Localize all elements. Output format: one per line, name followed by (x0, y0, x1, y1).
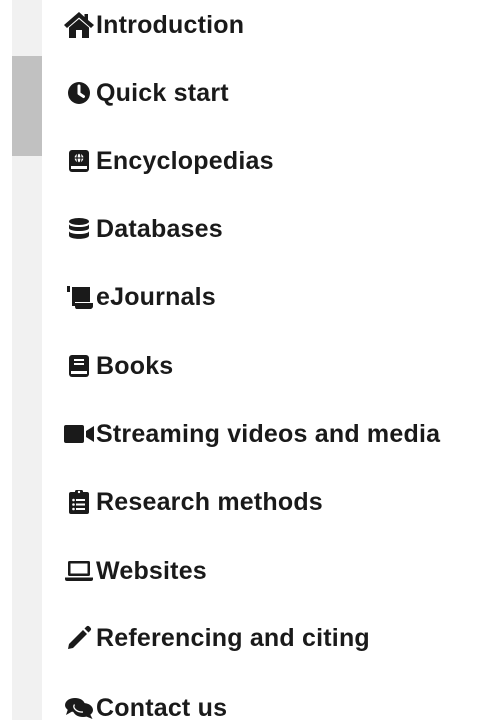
page: Introduction Quick start Encyclopedias D… (0, 0, 489, 720)
nav-item-referencing[interactable]: Referencing and citing (62, 618, 370, 658)
nav-item-introduction[interactable]: Introduction (62, 5, 244, 45)
nav-item-research-methods[interactable]: Research methods (62, 482, 323, 522)
nav-item-label: eJournals (96, 282, 216, 311)
comments-icon (62, 693, 96, 720)
nav-item-label: Streaming videos and media (96, 419, 441, 448)
nav-item-label: Databases (96, 214, 223, 243)
nav-item-label: Encyclopedias (96, 146, 274, 175)
nav-item-label: Contact us (96, 693, 228, 720)
nav-item-label: Referencing and citing (96, 623, 370, 652)
book-icon (62, 351, 96, 381)
laptop-icon (62, 556, 96, 586)
video-camera-icon (62, 419, 96, 449)
nav-item-label: Quick start (96, 78, 229, 107)
database-icon (62, 214, 96, 244)
nav-item-label: Introduction (96, 10, 245, 39)
nav-item-label: Research methods (96, 487, 323, 516)
home-icon (62, 10, 96, 40)
clipboard-list-icon (62, 487, 96, 517)
guide-nav-menu: Introduction Quick start Encyclopedias D… (0, 0, 489, 720)
book-globe-icon (62, 146, 96, 176)
nav-item-ejournals[interactable]: eJournals (62, 277, 216, 317)
nav-item-label: Websites (96, 556, 207, 585)
nav-item-encyclopedias[interactable]: Encyclopedias (62, 141, 274, 181)
nav-item-books[interactable]: Books (62, 346, 173, 386)
nav-item-websites[interactable]: Websites (62, 551, 207, 591)
clock-icon (62, 78, 96, 108)
nav-item-databases[interactable]: Databases (62, 209, 223, 249)
nav-item-contact-us[interactable]: Contact us (62, 688, 227, 720)
nav-item-quick-start[interactable]: Quick start (62, 73, 229, 113)
scroll-icon (62, 282, 96, 312)
nav-item-label: Books (96, 351, 174, 380)
pencil-icon (62, 623, 96, 653)
nav-item-streaming-videos[interactable]: Streaming videos and media (62, 414, 440, 454)
